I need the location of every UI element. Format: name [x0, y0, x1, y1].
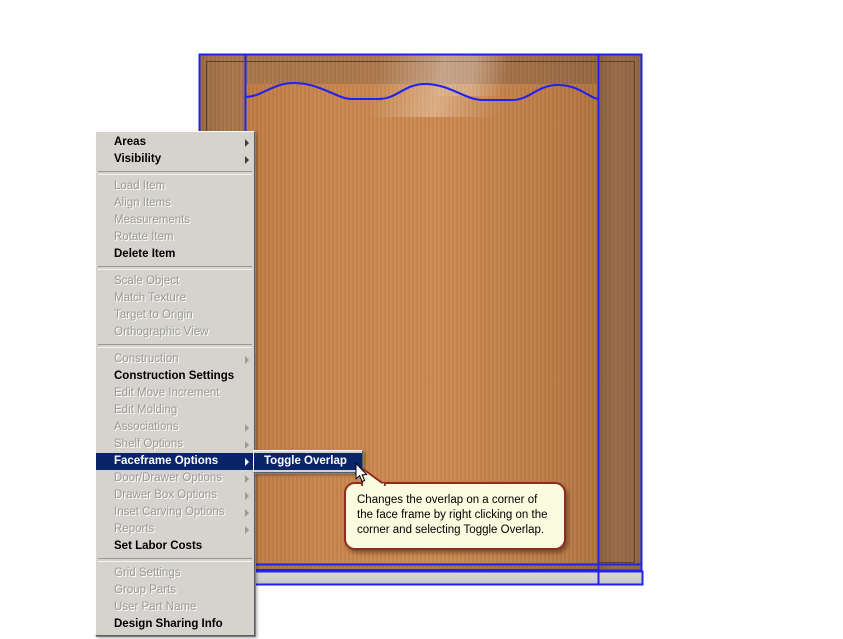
submenu-arrow-icon	[245, 508, 249, 517]
menu-item-user-part-name: User Part Name	[96, 599, 254, 616]
menu-item-label: User Part Name	[114, 601, 197, 613]
menu-item-group-parts: Group Parts	[96, 582, 254, 599]
menu-item-label: Reports	[114, 523, 155, 535]
toggle-overlap-tooltip: Changes the overlap on a corner of the f…	[344, 468, 566, 550]
submenu-arrow-icon	[245, 355, 249, 364]
menu-item-label: Areas	[114, 136, 146, 148]
menu-item-label: Construction Settings	[114, 370, 235, 382]
menu-item-label: Design Sharing Info	[114, 618, 223, 630]
menu-item-label: Toggle Overlap	[264, 455, 347, 467]
menu-item-load-item: Load Item	[96, 178, 254, 195]
menu-item-areas[interactable]: Areas	[96, 134, 254, 151]
menu-item-label: Measurements	[114, 214, 191, 226]
menu-item-set-labor-costs[interactable]: Set Labor Costs	[96, 538, 254, 555]
menu-item-edit-molding: Edit Molding	[96, 402, 254, 419]
menu-item-label: Group Parts	[114, 584, 176, 596]
menu-item-label: Edit Molding	[114, 404, 178, 416]
menu-item-label: Inset Carving Options	[114, 506, 225, 518]
menu-item-scale-object: Scale Object	[96, 273, 254, 290]
tooltip-pointer-tail	[361, 468, 386, 487]
submenu-arrow-icon	[245, 440, 249, 449]
submenu-arrow-icon	[245, 474, 249, 483]
menu-item-label: Visibility	[114, 153, 162, 165]
menu-item-label: Delete Item	[114, 248, 176, 260]
menu-item-measurements: Measurements	[96, 212, 254, 229]
menu-item-construction-settings[interactable]: Construction Settings	[96, 368, 254, 385]
menu-item-toggle-overlap[interactable]: Toggle Overlap	[254, 453, 362, 470]
menu-item-align-items: Align Items	[96, 195, 254, 212]
menu-item-label: Construction	[114, 353, 179, 365]
menu-separator	[98, 558, 252, 562]
menu-item-match-texture: Match Texture	[96, 290, 254, 307]
menu-item-label: Set Labor Costs	[114, 540, 203, 552]
tooltip-text: Changes the overlap on a corner of the f…	[357, 494, 548, 536]
menu-item-target-to-origin: Target to Origin	[96, 307, 254, 324]
menu-item-door-drawer-options: Door/Drawer Options	[96, 470, 254, 487]
menu-item-inset-carving-options: Inset Carving Options	[96, 504, 254, 521]
menu-separator	[98, 344, 252, 348]
menu-item-label: Match Texture	[114, 292, 187, 304]
menu-item-label: Load Item	[114, 180, 166, 192]
menu-item-edit-move-increment: Edit Move Increment	[96, 385, 254, 402]
menu-item-label: Associations	[114, 421, 179, 433]
menu-item-label: Edit Move Increment	[114, 387, 220, 399]
menu-item-label: Drawer Box Options	[114, 489, 217, 501]
menu-item-label: Align Items	[114, 197, 171, 209]
menu-item-rotate-item: Rotate Item	[96, 229, 254, 246]
right-click-context-menu[interactable]: Areas Visibility Load Item Align Items Measu…	[95, 131, 255, 636]
menu-separator	[98, 171, 252, 175]
menu-item-faceframe-options[interactable]: Faceframe Options	[96, 453, 254, 470]
menu-item-construction: Construction	[96, 351, 254, 368]
menu-item-associations: Associations	[96, 419, 254, 436]
submenu-arrow-icon	[245, 457, 249, 466]
menu-item-orthographic-view: Orthographic View	[96, 324, 254, 341]
menu-item-label: Shelf Options	[114, 438, 184, 450]
menu-item-label: Faceframe Options	[114, 455, 219, 467]
submenu-arrow-icon	[245, 423, 249, 432]
menu-item-label: Orthographic View	[114, 326, 209, 338]
submenu-arrow-icon	[245, 138, 249, 147]
menu-item-shelf-options: Shelf Options	[96, 436, 254, 453]
faceframe-options-submenu[interactable]: Toggle Overlap	[253, 450, 363, 473]
menu-item-reports: Reports	[96, 521, 254, 538]
menu-item-visibility[interactable]: Visibility	[96, 151, 254, 168]
menu-item-design-sharing-info[interactable]: Design Sharing Info	[96, 616, 254, 633]
menu-item-label: Scale Object	[114, 275, 180, 287]
menu-item-drawer-box-options: Drawer Box Options	[96, 487, 254, 504]
menu-separator	[98, 266, 252, 270]
submenu-arrow-icon	[245, 155, 249, 164]
submenu-arrow-icon	[245, 525, 249, 534]
menu-item-delete-item[interactable]: Delete Item	[96, 246, 254, 263]
submenu-arrow-icon	[245, 491, 249, 500]
menu-item-label: Target to Origin	[114, 309, 193, 321]
cabinet-base-strip	[203, 571, 643, 585]
menu-item-grid-settings: Grid Settings	[96, 565, 254, 582]
menu-item-label: Door/Drawer Options	[114, 472, 223, 484]
menu-item-label: Rotate Item	[114, 231, 174, 243]
menu-item-label: Grid Settings	[114, 567, 181, 579]
